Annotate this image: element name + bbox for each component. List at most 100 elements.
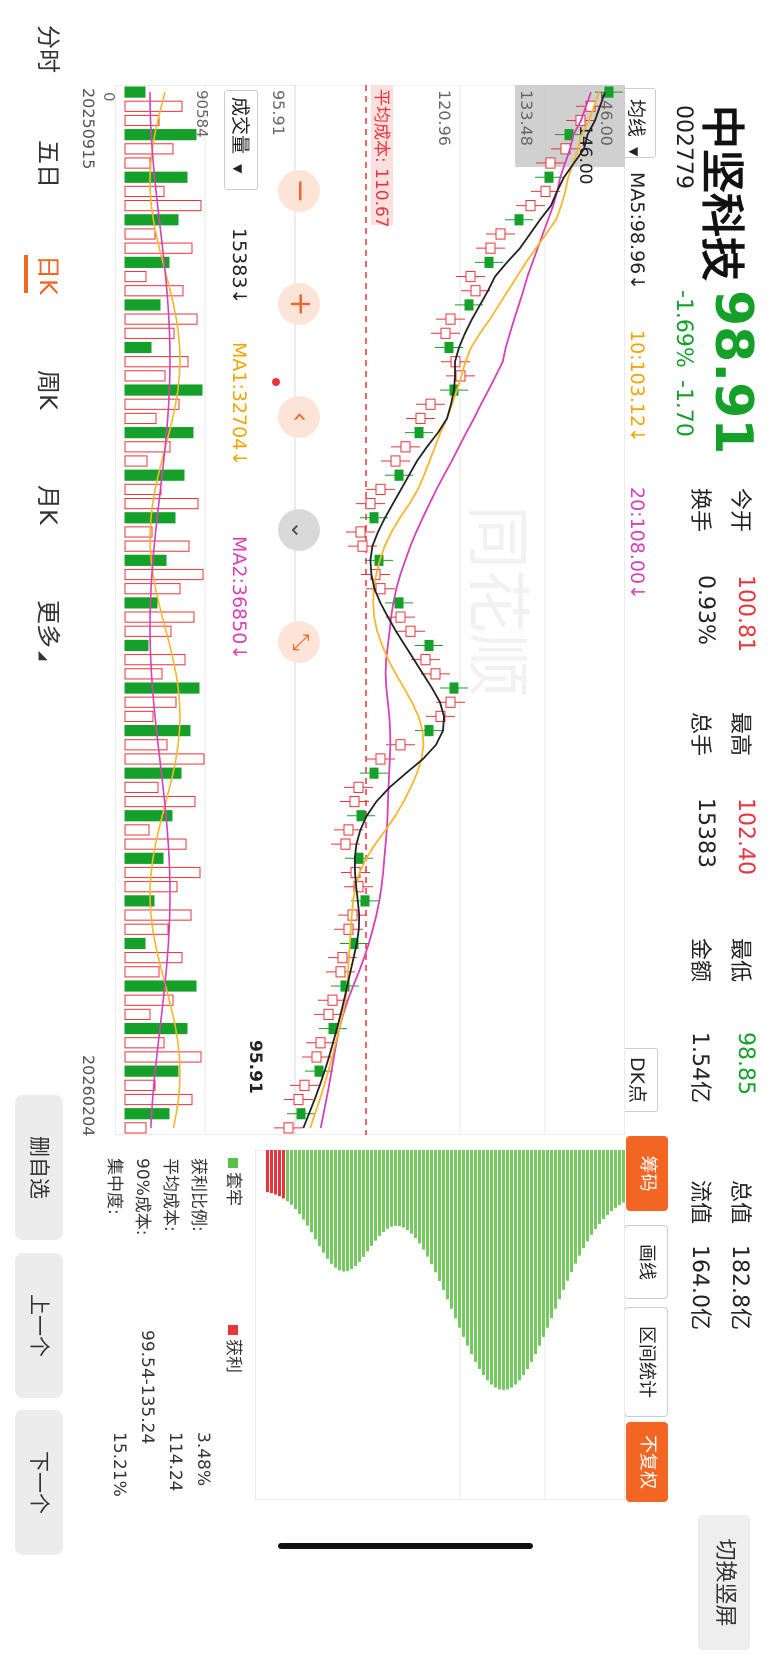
candle: [485, 242, 496, 254]
candle: [315, 1037, 326, 1049]
candle: [293, 1093, 304, 1106]
chip-bar: [562, 1150, 565, 1290]
delete-watchlist-button[interactable]: 删自选: [15, 1095, 63, 1240]
low-label: 最低: [727, 938, 752, 983]
volume-selector[interactable]: 成交量 ▼: [224, 90, 258, 190]
candle: [375, 583, 386, 595]
caret-icon: ◢: [37, 651, 51, 661]
chip-bar: [614, 1150, 617, 1208]
candle: [470, 285, 481, 297]
candle: [395, 611, 406, 623]
chip-bar: [622, 1150, 625, 1203]
volume-bar: [124, 980, 197, 992]
candle: [604, 86, 614, 98]
legend-ma5: MA5:98.96↓: [626, 172, 648, 291]
chip-bar: [422, 1150, 425, 1250]
volume-bar: [124, 696, 177, 708]
next-button[interactable]: 下一个: [15, 1410, 63, 1555]
volume-bar: [124, 753, 205, 765]
profit-swatch: [228, 1325, 238, 1335]
high-value: 102.40: [733, 798, 758, 875]
volume-bar: [124, 441, 171, 453]
chip-bar: [566, 1150, 569, 1281]
low-value: 98.85: [733, 1032, 758, 1095]
tab-intraday[interactable]: 分时: [33, 25, 68, 73]
legend-vol-ma2: MA2:36850↓: [228, 536, 250, 661]
range-stats-button[interactable]: 区间统计: [624, 1307, 668, 1417]
candle: [357, 540, 368, 552]
chip-bar: [594, 1150, 597, 1230]
chip-bar: [482, 1150, 485, 1376]
chip-bar: [454, 1150, 457, 1319]
chip-bar: [310, 1150, 313, 1233]
chip-bar: [570, 1150, 573, 1272]
volume-bar: [124, 952, 183, 964]
previous-button[interactable]: 上一个: [15, 1253, 63, 1398]
chips-distribution-chart[interactable]: [255, 1150, 625, 1500]
candle: [495, 228, 506, 240]
tab-five-day[interactable]: 五日: [33, 140, 68, 188]
chip-bar: [362, 1150, 365, 1257]
no-adjust-button[interactable]: 不复权: [626, 1422, 668, 1502]
candle: [356, 810, 366, 822]
volume-bar: [124, 526, 153, 538]
vol-max-label: 90584: [193, 90, 211, 138]
volume-bar: [124, 540, 190, 552]
chip-bar: [466, 1150, 469, 1346]
candle: [343, 824, 354, 836]
tab-monthly-k[interactable]: 月K: [33, 485, 68, 525]
chip-bar: [306, 1150, 309, 1226]
max-price-marker: 146.00: [575, 125, 595, 184]
volume-bar: [124, 568, 204, 581]
legend-vol-ma1: MA1:32704↓: [228, 342, 250, 467]
chip-bar: [338, 1150, 341, 1271]
shrink-button[interactable]: ⤡: [278, 621, 320, 663]
mcap-value: 182.8亿: [727, 1245, 752, 1330]
avg-cost-label: 平均成本:: [160, 1158, 180, 1232]
tab-weekly-k[interactable]: 周K: [33, 370, 68, 410]
chip-bar: [358, 1150, 361, 1262]
chip-bar: [458, 1150, 461, 1328]
candle: [375, 483, 386, 495]
legend-ma10: 10:103.12↓: [626, 330, 648, 443]
zoom-in-button[interactable]: +: [278, 283, 320, 325]
zoom-out-button[interactable]: −: [278, 170, 320, 212]
chip-bar: [502, 1150, 505, 1391]
volume-bar: [124, 1093, 193, 1106]
volume-bar: [124, 270, 147, 283]
chip-bar: [394, 1150, 397, 1226]
chip-bar: [326, 1150, 329, 1259]
chips-button[interactable]: 筹码: [626, 1136, 668, 1211]
chip-bar: [446, 1150, 449, 1300]
chip-bar: [406, 1150, 409, 1230]
float-label: 流值: [687, 1180, 712, 1225]
chip-bar: [574, 1150, 577, 1264]
chip-bar: [514, 1150, 517, 1385]
chip-bar: [434, 1150, 437, 1273]
collapse-button[interactable]: ⌄: [278, 509, 320, 551]
volume-bar: [124, 583, 181, 595]
candle: [424, 725, 434, 737]
candle: [349, 795, 360, 808]
chip-bar: [302, 1150, 305, 1220]
volume-bar: [124, 285, 184, 297]
volume-bar: [124, 909, 192, 921]
draw-line-button[interactable]: 画线: [624, 1225, 668, 1299]
stock-name: 中坚科技: [696, 105, 747, 281]
volume-selector-label: 成交量: [229, 97, 251, 155]
volume-bar: [124, 86, 146, 98]
candle: [545, 157, 556, 169]
chip-bar: [550, 1150, 553, 1319]
candlestick-chart[interactable]: 同花顺 平均成本: 110.67 146.00 133.48 120.96 95…: [115, 85, 625, 1135]
tab-more[interactable]: 更多 ◢: [33, 600, 68, 660]
chip-bar: [274, 1150, 277, 1195]
tab-daily-k[interactable]: 日K: [33, 255, 68, 295]
switch-portrait-button[interactable]: 切换竖屏: [698, 1515, 750, 1650]
chip-bar: [522, 1150, 525, 1376]
volume-bar: [124, 611, 195, 623]
cost90-value: 99.54-135.24: [137, 1330, 157, 1445]
ma-selector-label: 均线: [625, 99, 647, 138]
volume-bar: [124, 824, 150, 836]
chip-bar: [390, 1150, 393, 1227]
scroll-left-button[interactable]: ‹: [278, 396, 320, 438]
